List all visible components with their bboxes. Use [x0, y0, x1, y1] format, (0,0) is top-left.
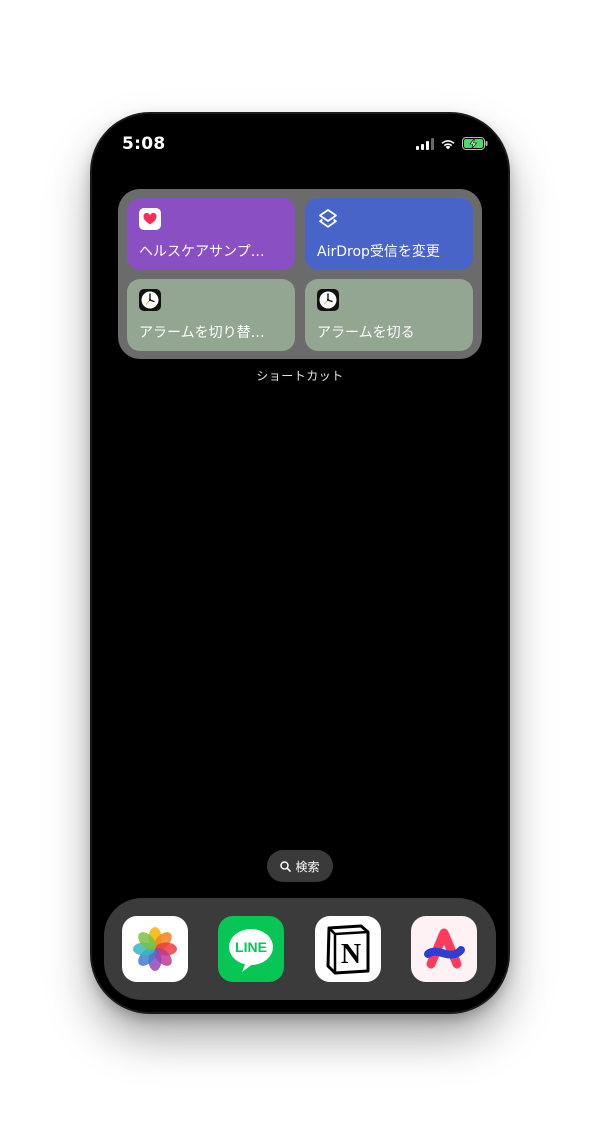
shortcut-tile-label: アラームを切る: [317, 325, 415, 341]
notion-app-text: N: [341, 939, 361, 970]
shortcut-tile-toggle-alarm[interactable]: アラームを切り替…: [127, 279, 295, 351]
notion-logo-icon: N: [326, 924, 370, 975]
dock: LINE N: [104, 898, 496, 1000]
status-bar: 5:08: [92, 114, 508, 174]
search-icon: [280, 860, 292, 872]
clock-icon: [317, 289, 339, 311]
shortcut-tile-health-sample[interactable]: ヘルスケアサンプ…: [127, 198, 295, 270]
widget-caption: ショートカット: [256, 369, 344, 383]
photos-app-icon[interactable]: [122, 916, 188, 982]
search-button[interactable]: 検索: [267, 850, 333, 882]
wifi-icon: [441, 139, 455, 149]
line-app-icon[interactable]: LINE: [218, 916, 284, 982]
battery-charging-icon: [462, 137, 488, 150]
shortcut-tile-label: AirDrop受信を変更: [317, 244, 440, 260]
line-app-text: LINE: [235, 939, 267, 955]
status-icons: [416, 137, 488, 150]
shortcuts-widget: ヘルスケアサンプ… AirDrop受信を変更 アラームを切り替… アラームを切る: [118, 189, 482, 359]
photos-flower-icon: [133, 927, 177, 971]
cellular-signal-icon: [416, 137, 434, 150]
phone-screen: 5:08 ヘルスケアサンプ… AirDrop受信を変更 アラームを切り替… アラ…: [92, 114, 508, 1012]
shortcut-tile-airdrop[interactable]: AirDrop受信を変更: [305, 198, 473, 270]
arc-logo-icon: [424, 928, 465, 969]
notion-app-icon[interactable]: N: [315, 916, 381, 982]
shortcut-tile-alarm-off[interactable]: アラームを切る: [305, 279, 473, 351]
status-time: 5:08: [122, 134, 166, 154]
search-label: 検索: [295, 859, 320, 874]
health-heart-icon: [139, 208, 161, 230]
shortcut-tile-label: アラームを切り替…: [139, 325, 265, 341]
arc-app-icon[interactable]: [411, 916, 477, 982]
clock-icon: [139, 289, 161, 311]
shortcut-tile-label: ヘルスケアサンプ…: [139, 244, 265, 260]
shortcuts-layers-icon: [319, 209, 337, 228]
line-bubble-icon: LINE: [229, 929, 273, 972]
